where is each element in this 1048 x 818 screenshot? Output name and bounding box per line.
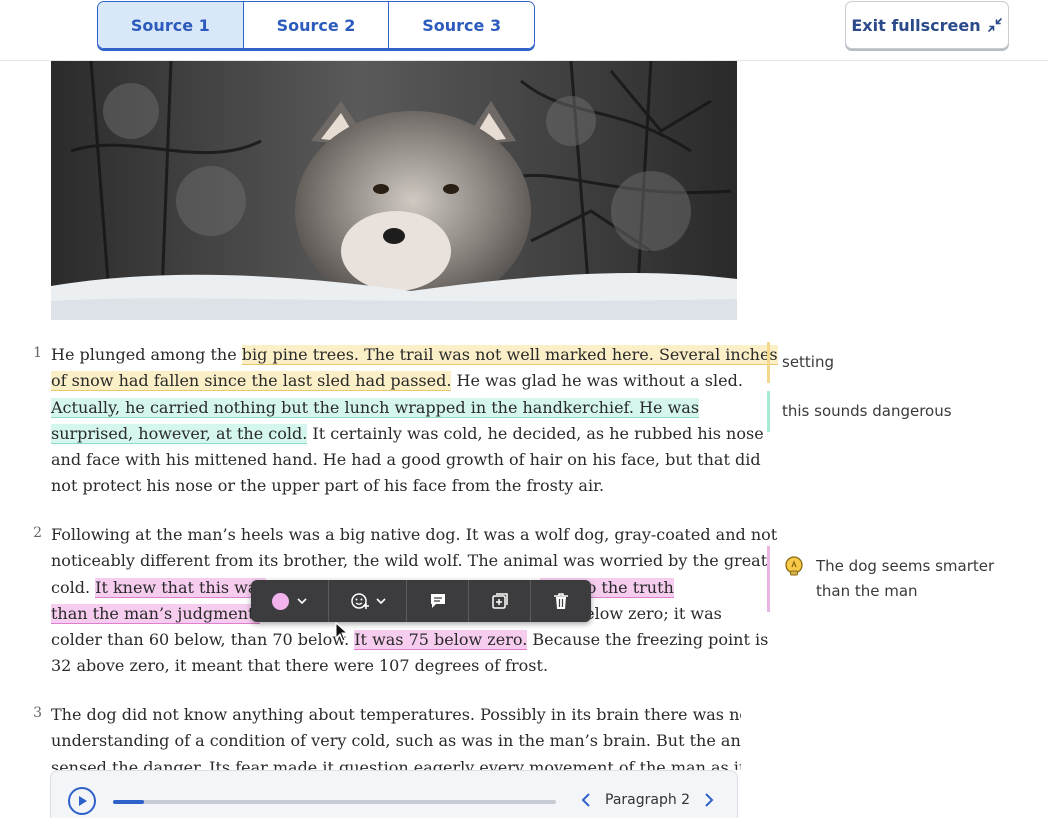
text-line: Actually, he carried nothing but the lun… bbox=[51, 395, 741, 421]
audio-player: Paragraph 2 bbox=[50, 770, 738, 818]
comment-button[interactable] bbox=[407, 580, 469, 622]
source-tabs: Source 1 Source 2 Source 3 bbox=[97, 1, 535, 49]
text-line: 32 above zero, it meant that there were … bbox=[51, 653, 741, 679]
progress-fill bbox=[113, 800, 144, 804]
annotation-toolbar bbox=[251, 580, 591, 622]
lightbulb-icon bbox=[782, 554, 806, 578]
highlighted-text[interactable]: big pine trees. The trail was not well m… bbox=[241, 345, 778, 365]
note-text: setting bbox=[782, 353, 835, 371]
chevron-down-icon bbox=[375, 598, 386, 605]
tab-source-2[interactable]: Source 2 bbox=[243, 2, 390, 48]
text-run: The dog did not know anything about temp… bbox=[51, 705, 741, 724]
text-run: He was glad he was without a sled. bbox=[451, 371, 743, 391]
text-line: Following at the man’s heels was a big n… bbox=[51, 522, 777, 548]
text-run: He plunged among the bbox=[51, 345, 242, 364]
trash-icon bbox=[554, 593, 568, 609]
exit-fullscreen-label: Exit fullscreen bbox=[851, 15, 981, 35]
text-line: and face with his mittened hand. He had … bbox=[51, 447, 761, 473]
text-line: not protect his nose or the upper part o… bbox=[51, 473, 741, 499]
text-line: of snow had fallen since the last sled h… bbox=[51, 368, 743, 394]
text-line: He plunged among the big pine trees. The… bbox=[51, 342, 778, 368]
paragraph-number-2: 2 bbox=[33, 525, 42, 541]
text-run: not protect his nose or the upper part o… bbox=[51, 476, 605, 496]
chevron-down-icon bbox=[297, 598, 307, 605]
highlighted-text[interactable]: surprised, however, at the cold. bbox=[51, 423, 308, 444]
text-line: sensed the danger. Its fear made it ques… bbox=[51, 755, 741, 770]
text-run: It certainly was cold, he decided, as he… bbox=[307, 423, 764, 443]
exit-fullscreen-button[interactable]: Exit fullscreen bbox=[845, 1, 1009, 49]
wolf-image bbox=[51, 61, 737, 320]
text-run: understanding of a condition of very col… bbox=[51, 731, 741, 751]
color-picker-button[interactable] bbox=[251, 580, 329, 622]
emoji-picker-button[interactable] bbox=[329, 580, 407, 622]
text-run: sensed the danger. Its fear made it ques… bbox=[51, 757, 741, 770]
note-dangerous[interactable]: this sounds dangerous bbox=[767, 391, 952, 432]
text-run: noticeably different from its brother, t… bbox=[51, 551, 768, 571]
note-setting[interactable]: setting bbox=[767, 342, 834, 383]
collapse-arrows-icon bbox=[987, 17, 1003, 33]
comment-icon bbox=[430, 594, 445, 608]
text-line: understanding of a condition of very col… bbox=[51, 728, 741, 754]
highlighted-text[interactable]: than the man’s judgment. bbox=[51, 603, 260, 624]
tab-source-1[interactable]: Source 1 bbox=[98, 2, 244, 48]
add-note-button[interactable] bbox=[469, 580, 531, 622]
text-run: Because the freezing point is bbox=[527, 630, 769, 650]
highlighted-text[interactable]: It was 75 below zero. bbox=[354, 630, 528, 651]
mouse-cursor-icon bbox=[335, 622, 349, 642]
highlighted-text[interactable]: of snow had fallen since the last sled h… bbox=[51, 371, 452, 392]
text-line: colder than 60 below, than 70 below. It … bbox=[51, 627, 768, 653]
text-line: noticeably different from its brother, t… bbox=[51, 548, 767, 574]
delete-button[interactable] bbox=[531, 580, 591, 622]
chevron-left-icon[interactable] bbox=[581, 793, 591, 807]
paragraph-number-3: 3 bbox=[33, 705, 42, 721]
play-button[interactable] bbox=[68, 787, 96, 815]
text-run: 32 above zero, it meant that there were … bbox=[51, 656, 549, 676]
note-text-line-2: than the man bbox=[816, 582, 918, 600]
paragraph-number-1: 1 bbox=[33, 345, 42, 361]
text-run: colder than 60 below, than 70 below. bbox=[51, 630, 355, 650]
top-bar: Source 1 Source 2 Source 3 Exit fullscre… bbox=[0, 0, 1048, 61]
play-icon bbox=[79, 796, 87, 806]
chevron-right-icon[interactable] bbox=[704, 793, 714, 807]
tab-source-3[interactable]: Source 3 bbox=[389, 2, 534, 48]
paragraph-label: Paragraph 2 bbox=[605, 792, 691, 808]
emoji-add-icon bbox=[350, 593, 369, 609]
highlighted-text[interactable]: Actually, he carried nothing but the lun… bbox=[51, 397, 700, 418]
text-run: Following at the man’s heels was a big n… bbox=[51, 525, 778, 544]
note-dog-smarter[interactable]: The dog seems smarter than the man bbox=[767, 546, 994, 612]
paragraph-1: He plunged among the big pine trees. The… bbox=[51, 342, 778, 500]
note-text-line-1: The dog seems smarter bbox=[816, 557, 995, 575]
paragraph-navigator: Paragraph 2 bbox=[581, 792, 714, 808]
text-line: surprised, however, at the cold. It cert… bbox=[51, 421, 764, 447]
highlight-color-swatch bbox=[272, 592, 289, 610]
highlighted-text[interactable]: It knew that this was bbox=[95, 577, 266, 598]
progress-track[interactable] bbox=[113, 800, 556, 804]
text-line: The dog did not know anything about temp… bbox=[51, 702, 741, 728]
text-run: and face with his mittened hand. He had … bbox=[51, 450, 761, 470]
paragraph-3: The dog did not know anything about temp… bbox=[51, 702, 741, 770]
text-run: cold. bbox=[51, 577, 96, 597]
note-text: this sounds dangerous bbox=[782, 402, 952, 420]
add-note-icon bbox=[491, 593, 508, 609]
